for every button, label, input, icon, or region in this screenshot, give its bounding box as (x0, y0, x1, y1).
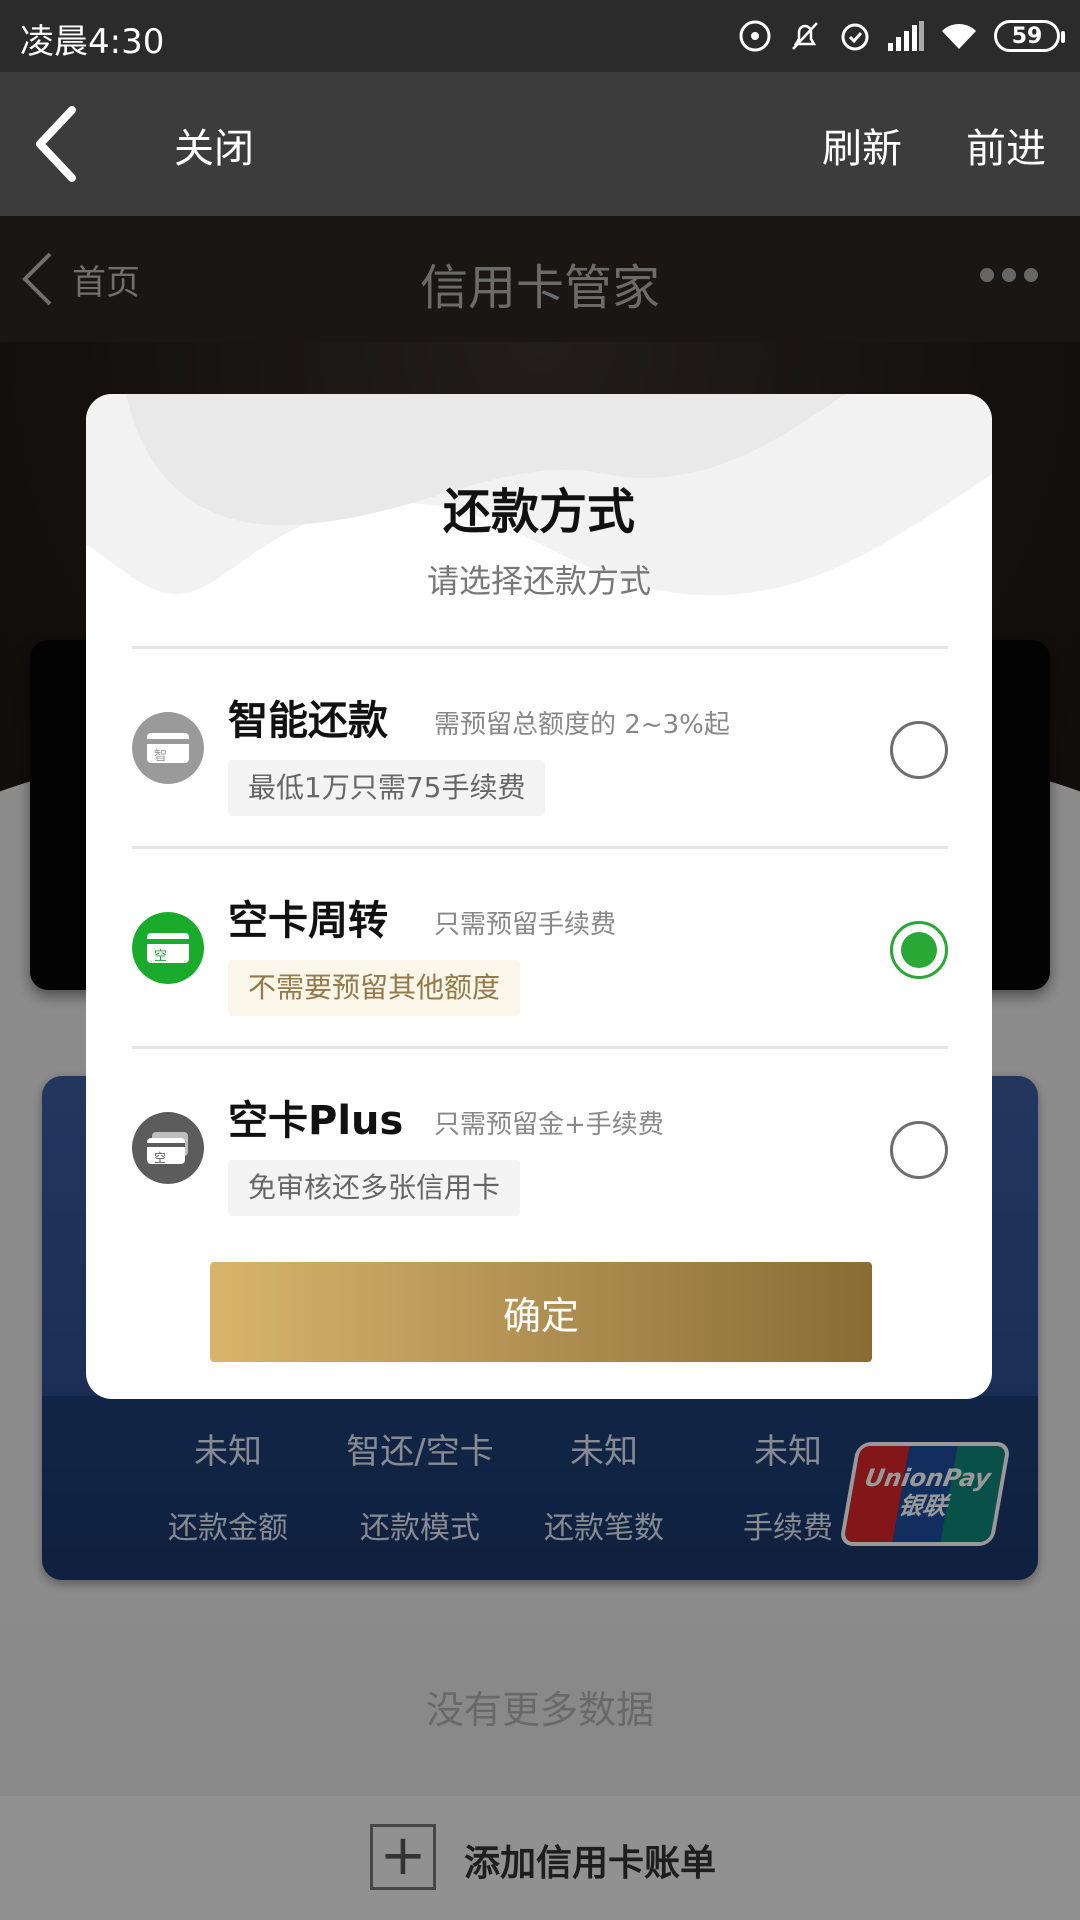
radio-empty-card-turnover-selected[interactable] (890, 921, 948, 979)
option-icon-char: 智 (154, 749, 167, 764)
wifi-icon (942, 23, 976, 49)
radio-empty-card-plus[interactable] (890, 1121, 948, 1179)
option-desc: 只需预留手续费 (434, 910, 617, 940)
refresh-button[interactable]: 刷新 (822, 116, 902, 174)
close-button[interactable]: 关闭 (174, 116, 254, 174)
forward-button[interactable]: 前进 (966, 116, 1046, 174)
option-icon-char: 空 (154, 1151, 166, 1165)
mute-bell-icon (792, 22, 818, 50)
option-tag: 免审核还多张信用卡 (228, 1160, 521, 1216)
hotspot-icon (739, 20, 771, 52)
smart-card-icon: 智 (132, 712, 204, 784)
signal-icon (888, 21, 924, 51)
dialog-subtitle: 请选择还款方式 (426, 562, 651, 600)
option-tag: 最低1万只需75手续费 (228, 760, 546, 816)
option-name: 智能还款 (228, 698, 388, 744)
repayment-method-dialog: 还款方式 请选择还款方式 智 智能还款 需预留总额度的 2~3%起 最低1万只需… (86, 394, 992, 1399)
confirm-button[interactable]: 确定 (210, 1262, 872, 1362)
alarm-icon (841, 23, 869, 51)
status-icons: 59 (738, 16, 1065, 56)
option-desc: 只需预留金+手续费 (434, 1110, 664, 1140)
status-time: 凌晨4:30 (20, 22, 165, 62)
empty-card-plus-icon: 空 (132, 1112, 204, 1184)
radio-smart-repayment[interactable] (890, 721, 948, 779)
option-desc: 需预留总额度的 2~3%起 (434, 710, 730, 740)
empty-card-icon: 空 (132, 912, 204, 984)
option-name: 空卡周转 (228, 898, 388, 944)
back-arrow-icon[interactable] (28, 106, 88, 182)
option-empty-card-turnover[interactable]: 空 空卡周转 只需预留手续费 不需要预留其他额度 (132, 848, 948, 1048)
option-name: 空卡Plus (228, 1098, 404, 1144)
status-bar: 凌晨4:30 59 (0, 0, 1080, 72)
battery-indicator: 59 (994, 20, 1065, 52)
option-icon-char: 空 (154, 949, 167, 964)
option-smart-repayment[interactable]: 智 智能还款 需预留总额度的 2~3%起 最低1万只需75手续费 (132, 648, 948, 848)
dialog-title: 还款方式 (442, 484, 635, 540)
browser-toolbar: 关闭 刷新 前进 (0, 72, 1080, 216)
option-tag: 不需要预留其他额度 (228, 960, 521, 1016)
option-empty-card-plus[interactable]: 空 空卡Plus 只需预留金+手续费 免审核还多张信用卡 (132, 1048, 948, 1248)
